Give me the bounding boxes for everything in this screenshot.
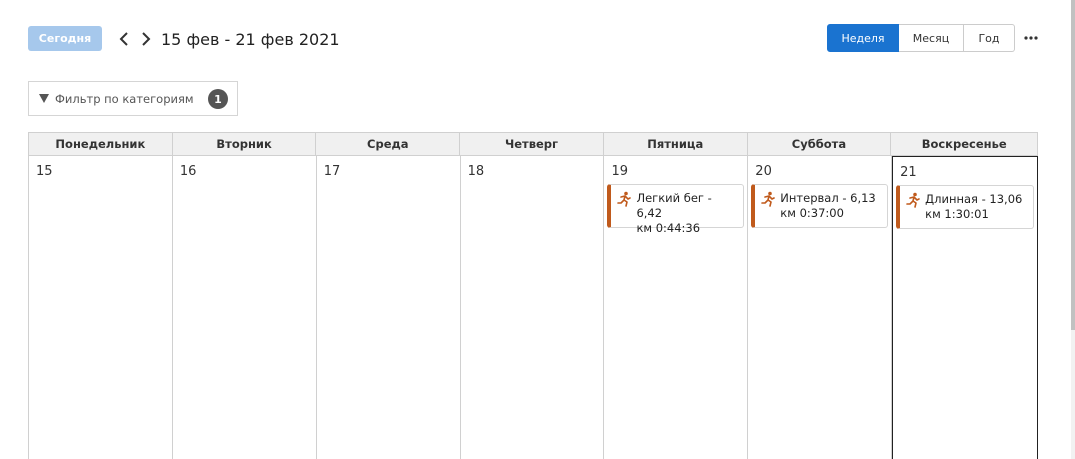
filter-funnel-icon	[38, 93, 49, 104]
filter-count-badge: 1	[208, 89, 228, 109]
ellipsis-icon[interactable]	[1023, 30, 1039, 46]
event-title: Длинная - 13,06	[925, 192, 1023, 206]
running-icon	[760, 191, 776, 207]
category-filter[interactable]: Фильтр по категориям 1	[28, 81, 238, 116]
event-details: км 0:44:36	[636, 221, 701, 235]
day-number: 15	[36, 164, 53, 179]
day-header-friday: Пятница	[604, 133, 748, 155]
day-number: 17	[323, 164, 341, 179]
day-number: 21	[900, 165, 917, 180]
day-header-thursday: Четверг	[460, 133, 604, 155]
event-details: км 1:30:01	[925, 207, 989, 221]
chevron-left-icon[interactable]	[116, 30, 132, 48]
running-icon	[616, 191, 632, 207]
day-cell-friday[interactable]: 19 Легкий бег - 6,42 км 0:44:36	[604, 156, 749, 459]
day-header-sunday: Воскресенье	[921, 137, 1007, 151]
scrollbar-track[interactable]	[1071, 0, 1075, 459]
day-cell-monday[interactable]: 15	[29, 156, 173, 459]
day-number: 18	[467, 164, 485, 179]
calendar-header: Понедельник Вторник Среда Четверг Пятниц…	[28, 132, 1038, 156]
day-header-wednesday: Среда	[316, 133, 461, 155]
workout-event[interactable]: Легкий бег - 6,42 км 0:44:36	[607, 184, 745, 235]
running-icon	[905, 192, 921, 208]
calendar-body: 15 16 17 18 19 Легкий бег - 6,42 км 0:44…	[28, 156, 1039, 459]
view-switcher: Неделя Месяц Год	[827, 24, 1015, 52]
event-text: Длинная - 13,06 км 1:30:01	[925, 192, 1022, 228]
today-button[interactable]: Сегодня	[28, 26, 102, 51]
scrollbar-thumb[interactable]	[1071, 0, 1075, 330]
day-number: 19	[611, 164, 628, 179]
day-header-saturday: Суббота	[748, 133, 892, 155]
week-calendar: Понедельник Вторник Среда Четверг Пятниц…	[28, 132, 1039, 459]
workout-event[interactable]: Интервал - 6,13 км 0:37:00	[751, 184, 889, 228]
day-cell-wednesday[interactable]: 17	[317, 156, 461, 459]
day-header-monday: Понедельник	[29, 133, 173, 155]
event-title: Легкий бег - 6,42	[636, 191, 712, 220]
event-title: Интервал - 6,13	[780, 191, 876, 205]
view-week-button[interactable]: Неделя	[827, 24, 899, 52]
chevron-right-icon[interactable]	[138, 30, 154, 48]
view-month-button[interactable]: Месяц	[899, 24, 964, 52]
day-number: 20	[755, 164, 772, 179]
day-cell-saturday[interactable]: 20 Интервал - 6,13 км 0:37:00	[748, 156, 893, 459]
view-year-button[interactable]: Год	[964, 24, 1015, 52]
event-details: км 0:37:00	[780, 206, 844, 220]
date-range-title: 15 фев - 21 фев 2021	[161, 30, 340, 49]
day-header-tuesday: Вторник	[173, 133, 317, 155]
day-number: 16	[179, 164, 197, 179]
day-cell-tuesday[interactable]: 16	[173, 156, 317, 459]
day-cell-sunday[interactable]: 21 Длинная - 13,06 км 1:30:01	[892, 156, 1039, 459]
calendar-toolbar: Сегодня 15 фев - 21 фев 2021 Неделя Меся…	[28, 24, 1048, 56]
event-text: Легкий бег - 6,42 км 0:44:36	[636, 191, 739, 235]
workout-event[interactable]: Длинная - 13,06 км 1:30:01	[896, 185, 1035, 229]
day-cell-thursday[interactable]: 18	[461, 156, 605, 459]
event-text: Интервал - 6,13 км 0:37:00	[780, 191, 875, 227]
filter-label: Фильтр по категориям	[55, 91, 194, 106]
